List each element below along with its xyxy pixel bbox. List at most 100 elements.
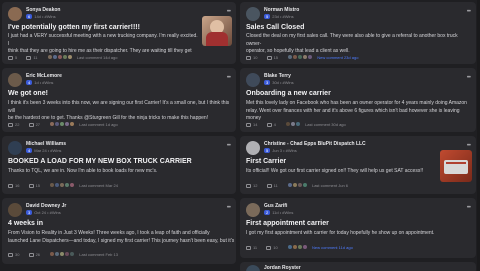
post-meta: 4 1d • #Wins bbox=[26, 80, 54, 85]
thumbs-up-icon[interactable] bbox=[8, 122, 13, 127]
new-comment[interactable]: New comment 11d ago bbox=[312, 245, 353, 250]
author-name[interactable]: David Downey Jr bbox=[26, 203, 66, 209]
more-options-icon[interactable]: ••• bbox=[227, 75, 231, 81]
thumbs-up-icon[interactable] bbox=[246, 55, 251, 60]
post-card[interactable]: Gus Zarifi 2 11d • #Wins ••• First appoin… bbox=[240, 198, 476, 258]
avatar[interactable] bbox=[8, 7, 22, 21]
author-name[interactable]: Christine - Chad Epps BluPit Dispatch LL… bbox=[264, 141, 366, 147]
comment-icon[interactable] bbox=[266, 183, 272, 188]
post-title[interactable]: First appointment carrier bbox=[246, 220, 329, 227]
post-body: I got my first appointment with carrier … bbox=[246, 230, 435, 236]
post-footer: 30 26 Last comment Feb 13 bbox=[8, 251, 230, 259]
comment-count: 15 bbox=[35, 183, 41, 188]
comment-count: 4 bbox=[273, 122, 276, 127]
post-card[interactable]: Eric McLemore 4 1d • #Wins ••• We got one… bbox=[2, 68, 236, 132]
avatar[interactable] bbox=[246, 203, 260, 217]
avatar[interactable] bbox=[246, 141, 260, 155]
avatar[interactable] bbox=[246, 265, 260, 271]
like-count: 16 bbox=[15, 183, 20, 188]
post-card[interactable]: Sonya Deakon 6 14d • #Wins ••• I've poten… bbox=[2, 2, 236, 64]
post-card[interactable]: Michael Williams 4 Mar 24 • #Wins ••• BOO… bbox=[2, 136, 236, 194]
thumbs-up-icon[interactable] bbox=[246, 183, 251, 188]
author-name[interactable]: Sonya Deakon bbox=[26, 7, 60, 13]
post-header: David Downey Jr 3 Oct 24 • #Wins ••• bbox=[8, 203, 231, 219]
post-image[interactable] bbox=[202, 16, 232, 46]
post-header: Norman Mistro 5 23d • #Wins ••• bbox=[246, 7, 471, 23]
last-comment: Last comment Jun 6 bbox=[311, 183, 349, 188]
post-meta: 4 Mar 24 • #Wins bbox=[26, 148, 62, 153]
level-badge: 3 bbox=[26, 210, 33, 215]
avatar[interactable] bbox=[8, 141, 22, 155]
author-name[interactable]: Jordan Royster bbox=[264, 265, 301, 271]
post-header: Blake Terry 3 30d • #Wins ••• bbox=[246, 73, 471, 89]
post-card[interactable]: Christine - Chad Epps BluPit Dispatch LL… bbox=[240, 136, 476, 194]
thumbs-up-icon[interactable] bbox=[8, 183, 13, 188]
post-header: Christine - Chad Epps BluPit Dispatch LL… bbox=[246, 141, 471, 157]
post-title[interactable]: Onboarding a new carrier bbox=[246, 90, 331, 97]
post-card[interactable]: Norman Mistro 5 23d • #Wins ••• Sales Cal… bbox=[240, 2, 476, 64]
post-title[interactable]: BOOKED A LOAD FOR MY NEW BOX TRUCK CARRI… bbox=[8, 158, 192, 165]
commenter-avatars bbox=[286, 244, 308, 251]
post-title[interactable]: Sales Call Closed bbox=[246, 24, 304, 31]
avatar[interactable] bbox=[8, 73, 22, 87]
commenter-avatars bbox=[49, 251, 76, 258]
new-comment[interactable]: New comment 23d ago bbox=[317, 55, 358, 60]
like-count: 22 bbox=[15, 122, 20, 127]
post-title[interactable]: We got one! bbox=[8, 90, 48, 97]
comment-icon[interactable] bbox=[266, 55, 272, 60]
comment-count: 11 bbox=[33, 55, 38, 60]
level-badge: 5 bbox=[264, 148, 271, 153]
post-meta: 5 23d • #Wins bbox=[264, 14, 294, 19]
author-name[interactable]: Michael Williams bbox=[26, 141, 66, 147]
post-body: Met this lovely lady on Facebook who has… bbox=[246, 100, 467, 121]
like-count: 10 bbox=[253, 55, 258, 60]
post-meta: 3 Oct 24 • #Wins bbox=[26, 210, 61, 215]
post-image[interactable] bbox=[440, 150, 472, 182]
avatar[interactable] bbox=[246, 73, 260, 87]
more-options-icon[interactable]: ••• bbox=[467, 205, 471, 211]
thumbs-up-icon[interactable] bbox=[246, 122, 251, 127]
last-comment: Last comment 30d ago bbox=[305, 122, 346, 127]
post-title[interactable]: I've potentially gotten my first carrier… bbox=[8, 24, 140, 31]
commenter-avatars bbox=[287, 54, 314, 61]
last-comment: Last comment 14d ago bbox=[76, 55, 118, 60]
post-title[interactable]: First Carrier bbox=[246, 158, 286, 165]
post-card[interactable]: David Downey Jr 3 Oct 24 • #Wins ••• 4 we… bbox=[2, 198, 236, 264]
more-options-icon[interactable]: ••• bbox=[227, 205, 231, 211]
more-options-icon[interactable]: ••• bbox=[227, 143, 231, 149]
comment-icon[interactable] bbox=[26, 55, 32, 60]
more-options-icon[interactable]: ••• bbox=[467, 143, 471, 149]
thumbs-up-icon[interactable] bbox=[8, 252, 13, 257]
comment-icon[interactable] bbox=[266, 122, 272, 127]
post-body: Closed the deal on my first sales call. … bbox=[246, 33, 458, 54]
more-options-icon[interactable]: ••• bbox=[227, 9, 231, 15]
avatar[interactable] bbox=[246, 7, 260, 21]
avatar[interactable] bbox=[8, 203, 22, 217]
author-name[interactable]: Norman Mistro bbox=[264, 7, 299, 13]
post-card[interactable]: Blake Terry 3 30d • #Wins ••• Onboarding … bbox=[240, 68, 476, 132]
level-badge: 5 bbox=[264, 14, 271, 19]
commenter-avatars bbox=[49, 121, 76, 128]
thumbs-up-icon[interactable] bbox=[246, 245, 251, 250]
comment-icon[interactable] bbox=[266, 245, 272, 250]
like-count: 11 bbox=[253, 245, 258, 250]
post-card[interactable]: Jordan Royster bbox=[240, 262, 476, 271]
thumbs-up-icon[interactable] bbox=[8, 55, 13, 60]
last-comment: Last comment Mar 24 bbox=[79, 183, 118, 188]
author-name[interactable]: Gus Zarifi bbox=[264, 203, 287, 209]
more-options-icon[interactable]: ••• bbox=[467, 75, 471, 81]
comment-icon[interactable] bbox=[28, 183, 34, 188]
commenter-avatars bbox=[49, 182, 76, 189]
author-name[interactable]: Eric McLemore bbox=[26, 73, 62, 79]
comment-count: 10 bbox=[273, 245, 278, 250]
post-header: Eric McLemore 4 1d • #Wins ••• bbox=[8, 73, 231, 89]
more-options-icon[interactable]: ••• bbox=[467, 9, 471, 15]
post-meta: 6 14d • #Wins bbox=[26, 14, 56, 19]
author-name[interactable]: Blake Terry bbox=[264, 73, 291, 79]
commenter-avatars bbox=[286, 182, 308, 189]
comment-icon[interactable] bbox=[28, 122, 34, 127]
post-footer: 12 11 Last comment Jun 6 bbox=[246, 182, 470, 190]
post-title[interactable]: 4 weeks in bbox=[8, 220, 43, 227]
last-comment: Last comment 1d ago bbox=[79, 122, 118, 127]
comment-icon[interactable] bbox=[28, 252, 34, 257]
